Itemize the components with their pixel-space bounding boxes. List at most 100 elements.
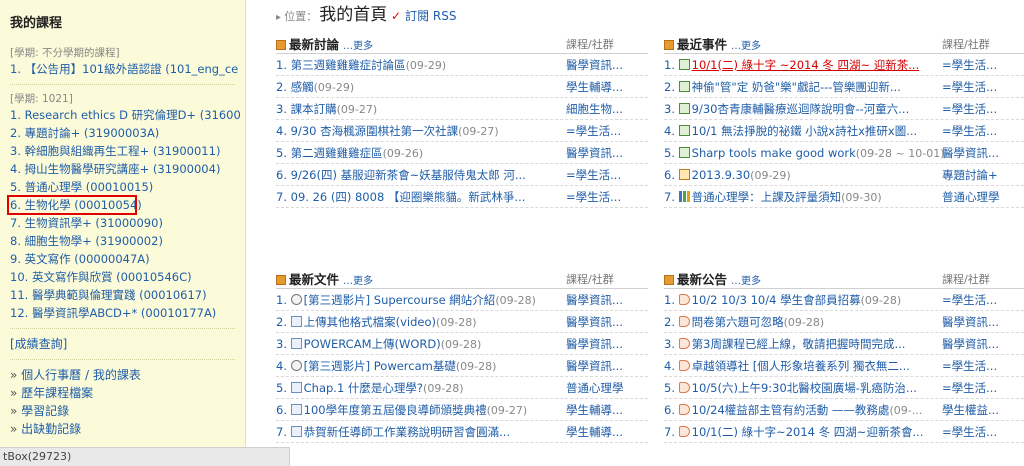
course-link[interactable]: 5. 普通心理學 (00010015): [10, 178, 245, 196]
panel-title: 最新公告: [677, 272, 728, 287]
item-category-link[interactable]: 普通心理學: [942, 186, 1024, 207]
item-link[interactable]: 3. 課本訂購(09-27): [276, 98, 561, 119]
item-link[interactable]: 5. 10/5(六)上午9:30北醫校園廣場-乳癌防治...: [664, 377, 949, 398]
course-link[interactable]: 2. 專題討論+ (31900003A): [10, 124, 245, 142]
item-link[interactable]: 7. 普通心理學：上課及評量須知(09-30): [664, 186, 949, 207]
item-link[interactable]: 3. 9/30杏青康輔醫療巡迴隊說明會--河童六...: [664, 98, 949, 119]
item-category-link[interactable]: =學生活...: [942, 289, 1024, 310]
course-link[interactable]: 4. 拇山生物醫學研究講座+ (31900004): [10, 160, 245, 178]
item-title: 5. 第二週雞雞雞症區: [276, 146, 383, 160]
course-link[interactable]: 8. 細胞生物學+ (31900002): [10, 232, 245, 250]
item-category-link[interactable]: =學生活...: [942, 54, 1024, 75]
item-category-link[interactable]: 學生權益...: [942, 399, 1024, 420]
course-link[interactable]: 10. 英文寫作與欣賞 (00010546C): [10, 268, 245, 286]
item-category-link[interactable]: 細胞生物...: [566, 98, 648, 119]
item-title: 2. 感觸: [276, 80, 314, 94]
item-link[interactable]: 5. Chap.1 什麼是心理學?(09-28): [276, 377, 561, 398]
document-icon: [290, 426, 302, 437]
grades-link[interactable]: [成績查詢]: [10, 335, 245, 353]
item-title: Chap.1 什麼是心理學?: [303, 381, 424, 395]
course-link[interactable]: 9. 英文寫作 (00000047A): [10, 250, 245, 268]
item-link[interactable]: 1. 10/1(二) 綠十字 ~2014 冬 四湖~ 迎新茶...: [664, 54, 949, 75]
list-item: 1. [第三週影片] Supercourse 網站介紹(09-28) 醫學資訊..…: [276, 289, 648, 311]
item-link[interactable]: 5. Sharp tools make good work(09-28 ~ 10…: [664, 142, 949, 163]
item-category-link[interactable]: 醫學資訊...: [942, 311, 1024, 332]
column-header: 課程/社群: [942, 273, 990, 286]
item-link[interactable]: 2. 上傳其他格式檔案(video)(09-28): [276, 311, 561, 332]
item-category-link[interactable]: 醫學資訊...: [566, 54, 648, 75]
item-link[interactable]: 4. [第三週影片] Powercam基礎(09-28): [276, 355, 561, 376]
item-link[interactable]: 4. 9/30 杏海楓源圍棋社第一次社課(09-27): [276, 120, 561, 141]
item-category-link[interactable]: 醫學資訊...: [566, 333, 648, 354]
item-category-link[interactable]: 學生輔導...: [566, 421, 648, 442]
course-link-highlighted[interactable]: 6. 生物化學 (00010054): [7, 195, 142, 215]
course-link[interactable]: 1. 【公告用】101級外語認證 (101_eng_ce: [10, 60, 245, 78]
item-category-link[interactable]: =學生活...: [566, 186, 648, 207]
item-category-link[interactable]: 學生輔導...: [566, 399, 648, 420]
item-date: (09-28): [436, 316, 477, 329]
item-index: 6.: [664, 168, 679, 182]
item-link[interactable]: 1. 第三週雞雞雞症討論區(09-29): [276, 54, 561, 75]
item-category-link[interactable]: 醫學資訊...: [566, 355, 648, 376]
item-link[interactable]: 3. 第3周課程已經上線，敬請把握時間完成...: [664, 333, 949, 354]
more-link[interactable]: …更多: [731, 41, 761, 52]
item-link[interactable]: 3. POWERCAM上傳(WORD)(09-28): [276, 333, 561, 354]
item-link[interactable]: 4. 卓越領導社 [個人形象培養系列 獨衣無二...: [664, 355, 949, 376]
term-all-label: [學期: 不分學期的課程]: [10, 47, 120, 59]
more-link[interactable]: …更多: [343, 276, 373, 287]
item-category-link[interactable]: =學生活...: [942, 377, 1024, 398]
item-link[interactable]: 6. 10/24權益部主管有約活動 ——教務處(09-...: [664, 399, 949, 420]
item-title: 問卷第六題可忽略: [691, 315, 784, 329]
item-category-link[interactable]: 專題討論+: [942, 164, 1024, 185]
item-category-link[interactable]: 學生輔導...: [566, 76, 648, 97]
item-category-link[interactable]: =學生活...: [942, 355, 1024, 376]
term-1021-label: [學期: 1021]: [10, 93, 73, 105]
item-category-link[interactable]: 醫學資訊...: [566, 311, 648, 332]
list-item: 6. 10/24權益部主管有約活動 ——教務處(09-... 學生權益...: [664, 399, 1024, 421]
item-title: 3. 課本訂購: [276, 102, 337, 116]
course-link[interactable]: 3. 幹細胞與組織再生工程+ (31900011): [10, 142, 245, 160]
item-link[interactable]: 2. 感觸(09-29): [276, 76, 561, 97]
course-link[interactable]: 11. 醫學典範與倫理實踐 (00010617): [10, 286, 245, 304]
item-link[interactable]: 2. 神偷"管"定 奶爸"樂"戲記---管樂團迎新...: [664, 76, 949, 97]
course-link[interactable]: 7. 生物資訊學+ (31000090): [10, 214, 245, 232]
item-category-link[interactable]: 醫學資訊...: [566, 289, 648, 310]
course-link[interactable]: 12. 醫學資訊學ABCD+* (00010177A): [10, 304, 245, 322]
item-category-link[interactable]: =學生活...: [942, 98, 1024, 119]
sidebar-link-label: 出缺勤記錄: [21, 422, 82, 436]
item-category-link[interactable]: =學生活...: [566, 120, 648, 141]
sidebar-link-learning-record[interactable]: » 學習記錄: [10, 402, 245, 420]
sidebar-link-attendance[interactable]: » 出缺勤記錄: [10, 420, 245, 438]
item-index: 3.: [664, 337, 679, 351]
item-index: 1.: [664, 293, 679, 307]
item-link[interactable]: 7. 恭賀新任導師工作業務說明研習會圓滿...: [276, 421, 561, 442]
item-link[interactable]: 7. 09. 26 (四) 8008 【迎圈樂熊貓。新武林爭...: [276, 186, 561, 207]
item-category-link[interactable]: =學生活...: [942, 76, 1024, 97]
sidebar-link-history[interactable]: » 歷年課程檔案: [10, 384, 245, 402]
item-link[interactable]: 2. 問卷第六題可忽略(09-28): [664, 311, 949, 332]
sidebar-link-calendar[interactable]: » 個人行事曆 / 我的課表: [10, 366, 245, 384]
item-title: 神偷"管"定 奶爸"樂"戲記---管樂團迎新...: [691, 80, 901, 94]
item-link[interactable]: 1. [第三週影片] Supercourse 網站介紹(09-28): [276, 289, 561, 310]
rss-subscribe-link[interactable]: 訂閱 RSS: [405, 9, 456, 23]
item-link[interactable]: 7. 10/1(二) 綠十字~2014 冬 四湖~迎新茶會...: [664, 421, 949, 442]
more-link[interactable]: …更多: [731, 276, 761, 287]
list-item: 2. 上傳其他格式檔案(video)(09-28) 醫學資訊...: [276, 311, 648, 333]
item-title: [第三週影片] Powercam基礎: [303, 359, 456, 373]
item-link[interactable]: 6. 9/26(四) 基服迎新茶會~妖基服侍鬼太郎 河...: [276, 164, 561, 185]
item-category-link[interactable]: 普通心理學: [566, 377, 648, 398]
item-link[interactable]: 4. 10/1 無法掙脫的祕鐵 小說x詩社x推研x圖...: [664, 120, 949, 141]
item-category-link[interactable]: 醫學資訊...: [942, 333, 1024, 354]
item-category-link[interactable]: 醫學資訊...: [566, 142, 648, 163]
item-category-link[interactable]: 醫學資訊...: [942, 142, 1024, 163]
item-category-link[interactable]: =學生活...: [942, 120, 1024, 141]
item-link[interactable]: 6. 2013.9.30(09-29): [664, 164, 949, 185]
course-list: 1. Research ethics D 研究倫理D+ (31600 2. 專題…: [0, 106, 245, 322]
item-link[interactable]: 6. 100學年度第五屆優良導師頒獎典禮(09-27): [276, 399, 561, 420]
item-category-link[interactable]: =學生活...: [942, 421, 1024, 442]
course-link[interactable]: 1. Research ethics D 研究倫理D+ (31600: [10, 106, 245, 124]
item-category-link[interactable]: =學生活...: [566, 164, 648, 185]
more-link[interactable]: …更多: [343, 41, 373, 52]
item-link[interactable]: 5. 第二週雞雞雞症區(09-26): [276, 142, 561, 163]
item-link[interactable]: 1. 10/2 10/3 10/4 學生會部員招募(09-28): [664, 289, 949, 310]
